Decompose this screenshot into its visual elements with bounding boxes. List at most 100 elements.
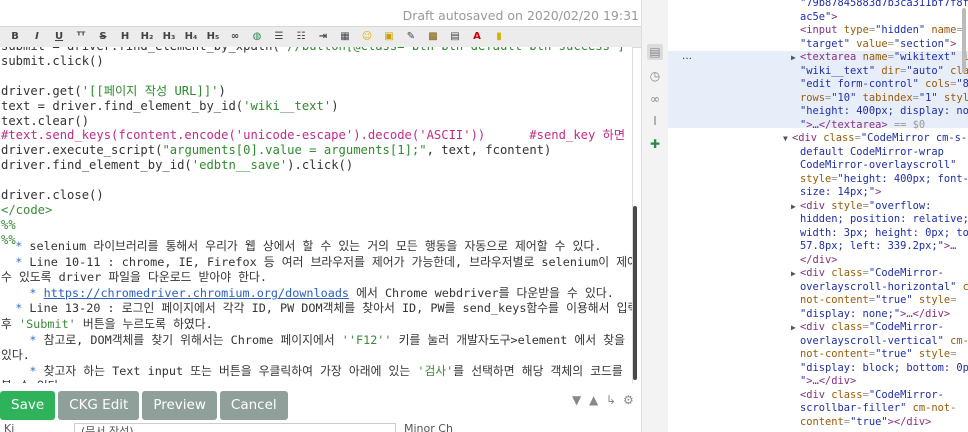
minor-changes-label: Minor Ch [404, 423, 453, 432]
code-line: driver.get('[[페이지 작성 URL]]') [1, 83, 226, 98]
dom-node-line[interactable]: ▶ <div style="overflow: [668, 200, 968, 214]
expand-toggle-icon[interactable]: ▶ [791, 200, 796, 214]
heading3-icon[interactable]: H₃ [162, 30, 176, 44]
expand-toggle-icon[interactable]: ▼ [783, 132, 788, 146]
summary-value: (문서 작성) [81, 425, 134, 432]
template-icon[interactable]: ▤ [448, 30, 462, 44]
expand-toggle-icon[interactable]: ▶ [791, 267, 796, 281]
editor-pane: Draft autosaved on 2020/02/20 19:31 BIUᵀ… [0, 0, 641, 432]
code-line: driver.close() [1, 188, 104, 202]
edit-actions: Save CKG Edit Preview Cancel [0, 391, 291, 421]
dom-node-line[interactable]: "79b87845883d7b3ca311bf7f8fc [668, 0, 968, 11]
dom-node-line[interactable]: ▶ <div class="CodeMirror- [668, 321, 968, 335]
summary-input[interactable]: (문서 작성) [74, 423, 396, 432]
dom-node-line[interactable]: ▶ <div class="CodeMirror- [668, 267, 968, 281]
dom-node-line[interactable]: "height: 400px; display: none; [668, 105, 968, 119]
ckg-edit-button[interactable]: CKG Edit [58, 391, 140, 420]
dom-node-line[interactable]: ▶<textarea name="wikitext" id= [668, 51, 968, 65]
gear-icon[interactable]: ⚙ [623, 394, 637, 406]
wiki-line: * 참고로, DOM객체를 찾기 위해서는 Chrome 페이지에서 ''F12… [1, 332, 633, 347]
dom-node-line[interactable]: content="true"></div> [668, 416, 968, 430]
save-button[interactable]: Save [0, 391, 56, 420]
code-line: driver.find_element_by_id('edbtn__save')… [1, 158, 354, 173]
preview-button[interactable]: Preview [142, 391, 217, 420]
dom-node-line[interactable]: rows="10" tabindex="1" style= [668, 92, 968, 106]
image-icon[interactable]: ▣ [382, 30, 396, 44]
history-icon[interactable]: ◷ [647, 68, 663, 84]
underline-icon[interactable]: U [52, 30, 66, 44]
page-icon[interactable]: ▤ [647, 44, 663, 60]
table-icon[interactable]: ▦ [338, 30, 352, 44]
devtools-elements-panel: … "79b87845883d7b3ca311bf7f8fc ac5e"> <inp… [668, 0, 968, 432]
indent-icon[interactable]: ⇥ [316, 30, 330, 44]
editor-toolbar: B I Uᵀᵀ S H H₂ H₃ H₄ H₅ ∞ ◍ ☰ ☷ ⇥ ▦ ☺ ▣ ✎ ▩ ▤ A ▮ [0, 26, 641, 48]
dom-node-line[interactable]: "display: none;">…</div> [668, 308, 968, 322]
dom-node-line[interactable]: <input type="hidden" name= [668, 24, 968, 38]
dom-node-line[interactable]: style="height: 400px; font- [668, 173, 968, 187]
wiki-line: * Line 10-11 : chrome, IE, Firefox 등 여러 … [1, 254, 633, 269]
smiley-icon[interactable]: ☺ [360, 30, 374, 44]
dom-node-line[interactable]: scrollbar-filler" cm-not- [668, 402, 968, 416]
code-line: text = driver.find_element_by_id('wiki__… [1, 98, 339, 113]
heading5-icon[interactable]: H₅ [206, 30, 220, 44]
chromedriver-link[interactable]: https://chromedriver.chromium.org/downlo… [44, 286, 349, 300]
dom-node-line[interactable]: ">…</textarea> == $0 [668, 119, 968, 133]
arrow-up-icon[interactable]: ▲ [589, 394, 603, 406]
superscript-icon[interactable]: ᵀᵀ [74, 30, 88, 44]
numbered-list-icon[interactable]: ☷ [294, 30, 308, 44]
summary-row: Ki (문서 작성) Minor Ch [0, 423, 641, 432]
gallery-icon[interactable]: ▩ [426, 30, 440, 44]
strikethrough-icon[interactable]: S [96, 30, 110, 44]
devtools-scrollbar[interactable] [962, 8, 966, 73]
link-icon[interactable]: ∞ [228, 30, 242, 44]
dom-node-line[interactable]: "target" value="section"> [668, 38, 968, 52]
dom-node-line[interactable]: "display: block; bottom: 0px; [668, 362, 968, 376]
dom-node-line[interactable]: ">…</div> [668, 375, 968, 389]
summary-label: Ki [4, 423, 15, 432]
link-icon[interactable]: ∞ [647, 91, 663, 107]
pen-icon[interactable]: ✎ [404, 30, 418, 44]
italic-icon[interactable]: I [30, 30, 44, 44]
heading-icon[interactable]: H [118, 30, 132, 44]
arrow-down-icon[interactable]: ▼ [572, 394, 586, 406]
cursor-icon[interactable]: I [647, 113, 663, 129]
wiki-line: * 찾고자 하는 Text input 또는 버튼을 우클릭하여 가장 아래에 … [1, 363, 623, 378]
wiki-textarea[interactable]: submit = driver.find_element_by_xpath('/… [0, 47, 633, 383]
dom-node-line[interactable]: overlayscroll-vertical" cm- [668, 335, 968, 349]
resize-tools: ▼ ▲ ↳ ⚙ [572, 394, 637, 406]
globe-icon[interactable]: ◍ [250, 30, 264, 44]
dom-node-line[interactable]: not-content="true" style= [668, 294, 968, 308]
dom-node-line[interactable]: overlayscroll-horizontal" cm- [668, 281, 968, 295]
dom-node-line[interactable]: hidden; position: relative; [668, 213, 968, 227]
dom-node-line[interactable]: <div class="CodeMirror- [668, 389, 968, 403]
heading2-icon[interactable]: H₂ [140, 30, 154, 44]
textarea-scrollbar[interactable] [633, 206, 637, 380]
heading4-icon[interactable]: H₄ [184, 30, 198, 44]
code-line: submit.click() [1, 53, 104, 68]
puzzle-icon[interactable]: ✚ [647, 136, 663, 152]
dom-node-line[interactable]: 57.8px; left: 339.2px;">… [668, 240, 968, 254]
dom-node-line[interactable]: </div> [668, 254, 968, 268]
text-color-icon[interactable]: A [470, 30, 484, 44]
dom-node-line[interactable]: CodeMirror-overlayscroll" [668, 159, 968, 173]
dom-node-line[interactable]: width: 3px; height: 0px; top: [668, 227, 968, 241]
wiki-line: * selenium 라이브러리를 통해서 우리가 웹 상에서 할 수 있는 거… [1, 239, 602, 253]
expand-toggle-icon[interactable]: ▶ [791, 321, 796, 335]
wrap-icon[interactable]: ↳ [606, 394, 620, 406]
dom-node-line[interactable]: default CodeMirror-wrap [668, 146, 968, 160]
dom-node-line[interactable]: not-content="true" style= [668, 348, 968, 362]
highlight-icon[interactable]: ▮ [492, 30, 506, 44]
autosave-status: Draft autosaved on 2020/02/20 19:31 [402, 8, 639, 23]
dom-node-line[interactable]: "edit form-control" cols="80" [668, 78, 968, 92]
cancel-button[interactable]: Cancel [219, 391, 288, 420]
code-line: </code> [1, 202, 53, 217]
code-line: %% [1, 217, 16, 232]
dom-node-line[interactable]: ▼ <div class="CodeMirror cm-s- [668, 132, 968, 146]
expand-toggle-icon[interactable]: ▶ [791, 51, 796, 65]
bold-icon[interactable]: B [8, 30, 22, 44]
wiki-line: * https://chromedriver.chromium.org/down… [1, 285, 614, 300]
list-icon[interactable]: ☰ [272, 30, 286, 44]
dom-node-line[interactable]: size: 14px;"> [668, 186, 968, 200]
dom-node-line[interactable]: "wiki__text" dir="auto" class= [668, 65, 968, 79]
dom-node-line[interactable]: ac5e"> [668, 11, 968, 25]
